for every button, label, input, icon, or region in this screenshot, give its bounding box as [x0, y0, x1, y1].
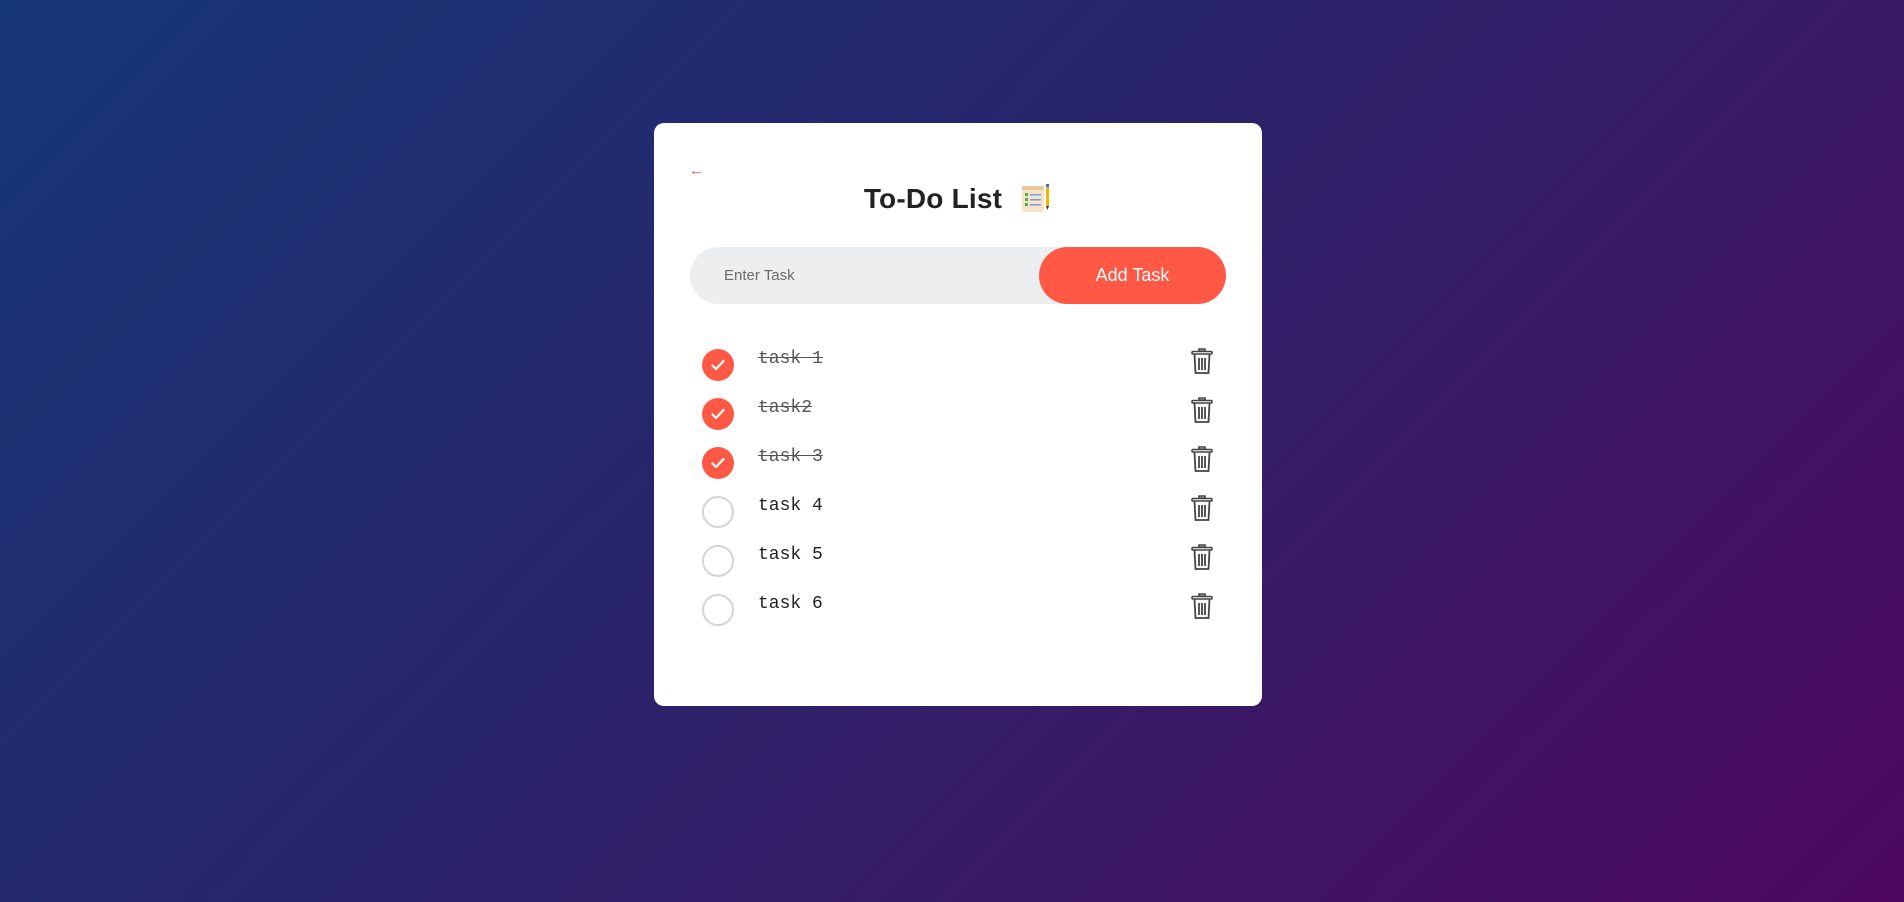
page-title: To-Do List: [863, 183, 1003, 214]
task-item[interactable]: task 6: [702, 586, 1222, 635]
unchecked-circle-icon[interactable]: [702, 594, 734, 626]
task-item[interactable]: task 3: [702, 439, 1222, 488]
task-item[interactable]: task 4: [702, 488, 1222, 537]
unchecked-circle-icon[interactable]: [702, 545, 734, 577]
trash-icon[interactable]: [1190, 543, 1214, 571]
task-input[interactable]: [690, 247, 1030, 304]
trash-icon[interactable]: [1190, 592, 1214, 620]
checked-circle-icon[interactable]: [702, 398, 734, 430]
trash-icon[interactable]: [1190, 396, 1214, 424]
task-item[interactable]: task 1: [702, 341, 1222, 390]
task-text[interactable]: task 3: [758, 447, 823, 467]
task-item[interactable]: task 5: [702, 537, 1222, 586]
checked-circle-icon[interactable]: [702, 447, 734, 479]
task-text[interactable]: task2: [758, 398, 812, 418]
task-text[interactable]: task 1: [758, 349, 823, 369]
task-text[interactable]: task 6: [758, 594, 823, 614]
todo-card: ← To-Do List Add Task task 1task2task 3t…: [654, 123, 1262, 706]
back-arrow-icon[interactable]: ←: [689, 163, 704, 179]
checked-circle-icon[interactable]: [702, 349, 734, 381]
unchecked-circle-icon[interactable]: [702, 496, 734, 528]
task-list: task 1 task2 task 3 task 4 task 5 task 6: [702, 341, 1222, 635]
title-row: To-Do List: [654, 183, 1262, 215]
task-text[interactable]: task 4: [758, 496, 823, 516]
trash-icon[interactable]: [1190, 347, 1214, 375]
task-text[interactable]: task 5: [758, 545, 823, 565]
add-task-button[interactable]: Add Task: [1039, 247, 1226, 304]
trash-icon[interactable]: [1190, 445, 1214, 473]
checklist-notepad-icon: [1020, 183, 1052, 215]
task-item[interactable]: task2: [702, 390, 1222, 439]
add-task-bar: Add Task: [690, 247, 1226, 304]
trash-icon[interactable]: [1190, 494, 1214, 522]
